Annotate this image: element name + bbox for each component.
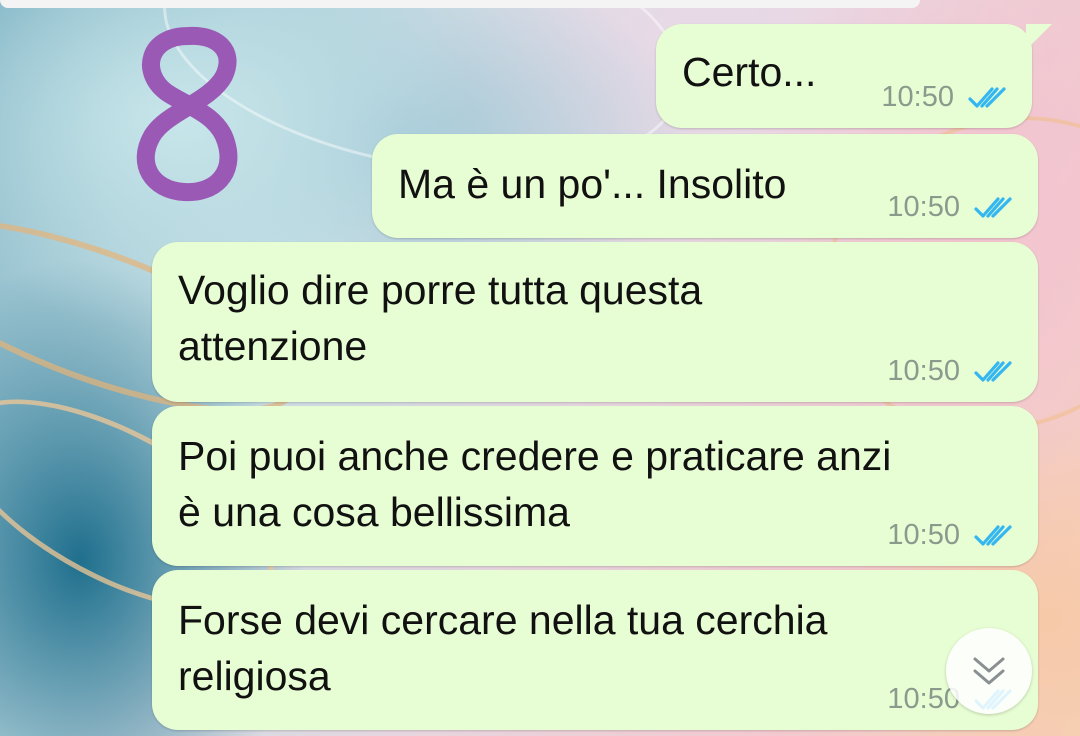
message-text: Voglio dire porre tutta questa attenzion… [178, 267, 703, 369]
message-meta: 10:50 [881, 81, 1010, 114]
message-bubble[interactable]: Ma è un po'... Insolito 10:50 [372, 134, 1038, 238]
message-time: 10:50 [887, 355, 960, 387]
previous-message-edge [0, 0, 920, 8]
message-bubble[interactable]: Poi puoi anche credere e praticare anzi … [152, 406, 1038, 566]
message-text: Certo... [682, 49, 817, 95]
message-time: 10:50 [881, 81, 954, 113]
bubble-tail [1026, 24, 1052, 50]
message-meta: 10:50 [887, 355, 1016, 388]
message-text: Poi puoi anche credere e praticare anzi … [178, 433, 892, 535]
message-text: Ma è un po'... Insolito [398, 161, 787, 207]
message-time: 10:50 [887, 191, 960, 223]
scroll-to-bottom-button[interactable] [946, 628, 1032, 714]
double-check-icon [974, 196, 1012, 218]
message-bubble[interactable]: Forse devi cercare nella tua cerchia rel… [152, 570, 1038, 730]
message-meta: 10:50 [887, 191, 1016, 224]
number-eight-sticker [136, 26, 238, 202]
double-check-icon [974, 524, 1012, 546]
double-chevron-down-icon [973, 657, 1005, 685]
message-text: Forse devi cercare nella tua cerchia rel… [178, 597, 828, 699]
message-bubble[interactable]: Voglio dire porre tutta questa attenzion… [152, 242, 1038, 402]
double-check-icon [968, 86, 1006, 108]
double-check-icon [974, 360, 1012, 382]
message-meta: 10:50 [887, 519, 1016, 552]
message-time: 10:50 [887, 519, 960, 551]
message-bubble[interactable]: Certo... 10:50 [656, 24, 1052, 128]
